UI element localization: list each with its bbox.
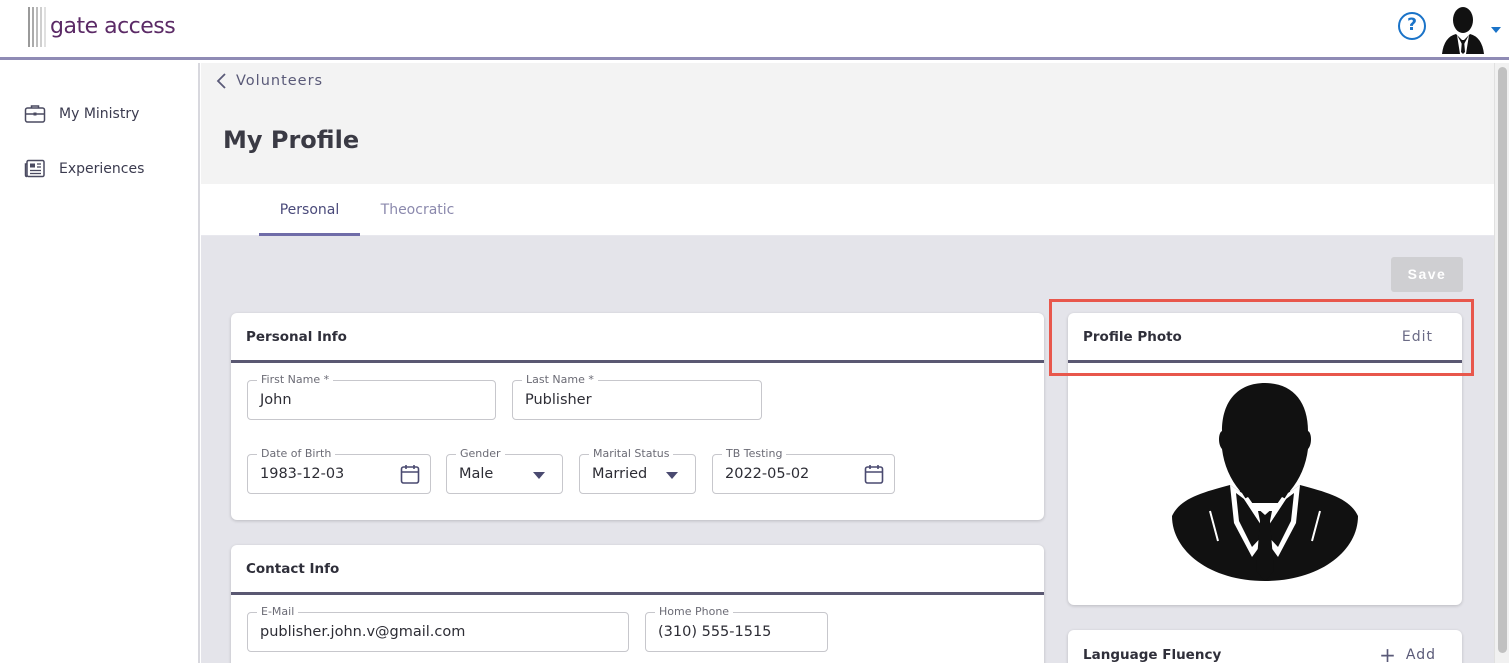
field-label: Last Name *	[522, 373, 598, 387]
field-value: John	[260, 392, 292, 408]
top-bar: gate access ?	[0, 0, 1509, 60]
logo-bars-icon	[28, 7, 50, 47]
add-label: Add	[1405, 647, 1436, 663]
chevron-left-icon	[216, 73, 226, 89]
sidebar-item-label: My Ministry	[59, 106, 140, 122]
app-logo[interactable]: gate access	[28, 6, 176, 48]
chevron-down-icon[interactable]	[1491, 27, 1501, 33]
user-avatar-icon[interactable]	[1438, 4, 1488, 56]
field-value: (310) 555-1515	[658, 624, 772, 640]
vertical-scrollbar[interactable]	[1494, 63, 1509, 663]
marital-status-select[interactable]: Marital Status Married	[579, 447, 696, 494]
tab-theocratic[interactable]: Theocratic	[371, 184, 464, 236]
logo-text: gate access	[50, 14, 176, 39]
last-name-field[interactable]: Last Name * Publisher	[512, 373, 762, 420]
sidebar-item-my-ministry[interactable]: My Ministry	[24, 103, 139, 125]
field-value: publisher.john.v@gmail.com	[260, 624, 466, 640]
question-circle-icon[interactable]: ?	[1398, 12, 1426, 40]
back-link-label: Volunteers	[236, 73, 324, 89]
home-phone-field[interactable]: Home Phone (310) 555-1515	[645, 605, 828, 652]
card-title: Personal Info	[246, 329, 347, 345]
first-name-field[interactable]: First Name * John	[247, 373, 496, 420]
field-label: E-Mail	[257, 605, 299, 619]
field-value: 1983-12-03	[260, 466, 345, 482]
divider	[231, 360, 1044, 363]
contact-info-card: Contact Info E-Mail publisher.john.v@gma…	[231, 545, 1044, 663]
breadcrumb[interactable]: Volunteers	[215, 72, 323, 90]
date-of-birth-field[interactable]: Date of Birth 1983-12-03	[247, 447, 431, 494]
tab-bar: Personal Theocratic	[201, 184, 1494, 236]
sidebar: My Ministry Experiences	[0, 63, 200, 663]
plus-icon: +	[1379, 643, 1397, 663]
tb-testing-field[interactable]: TB Testing 2022-05-02	[712, 447, 895, 494]
divider	[231, 592, 1044, 595]
field-label: First Name *	[257, 373, 334, 387]
tab-personal[interactable]: Personal	[259, 184, 360, 236]
scrollbar-thumb[interactable]	[1498, 67, 1507, 653]
field-value: Male	[459, 466, 494, 482]
page-header: Volunteers My Profile	[201, 63, 1494, 184]
card-title: Language Fluency	[1083, 647, 1222, 663]
gender-select[interactable]: Gender Male	[446, 447, 563, 494]
caret-down-icon	[666, 472, 678, 479]
page-title: My Profile	[223, 126, 360, 154]
caret-down-icon	[533, 472, 545, 479]
newspaper-icon	[24, 159, 45, 178]
field-label: TB Testing	[722, 447, 787, 461]
field-label: Marital Status	[589, 447, 674, 461]
briefcase-icon	[24, 105, 46, 123]
highlight-box	[1049, 299, 1474, 376]
card-title: Contact Info	[246, 561, 340, 577]
field-value: Publisher	[525, 392, 592, 408]
language-fluency-card: Language Fluency + Add	[1068, 630, 1462, 663]
field-label: Home Phone	[655, 605, 734, 619]
add-language-button[interactable]: + Add	[1379, 643, 1436, 663]
field-value: 2022-05-02	[725, 466, 810, 482]
field-label: Date of Birth	[257, 447, 336, 461]
sidebar-item-label: Experiences	[59, 161, 145, 177]
field-value: Married	[592, 466, 648, 482]
personal-info-card: Personal Info First Name * John Last Nam…	[231, 313, 1044, 520]
calendar-icon[interactable]	[864, 464, 884, 485]
save-button[interactable]: Save	[1391, 257, 1463, 292]
field-label: Gender	[456, 447, 505, 461]
profile-photo-image	[1172, 383, 1358, 581]
email-field[interactable]: E-Mail publisher.john.v@gmail.com	[247, 605, 629, 652]
calendar-icon[interactable]	[400, 464, 420, 485]
sidebar-item-experiences[interactable]: Experiences	[24, 158, 144, 180]
